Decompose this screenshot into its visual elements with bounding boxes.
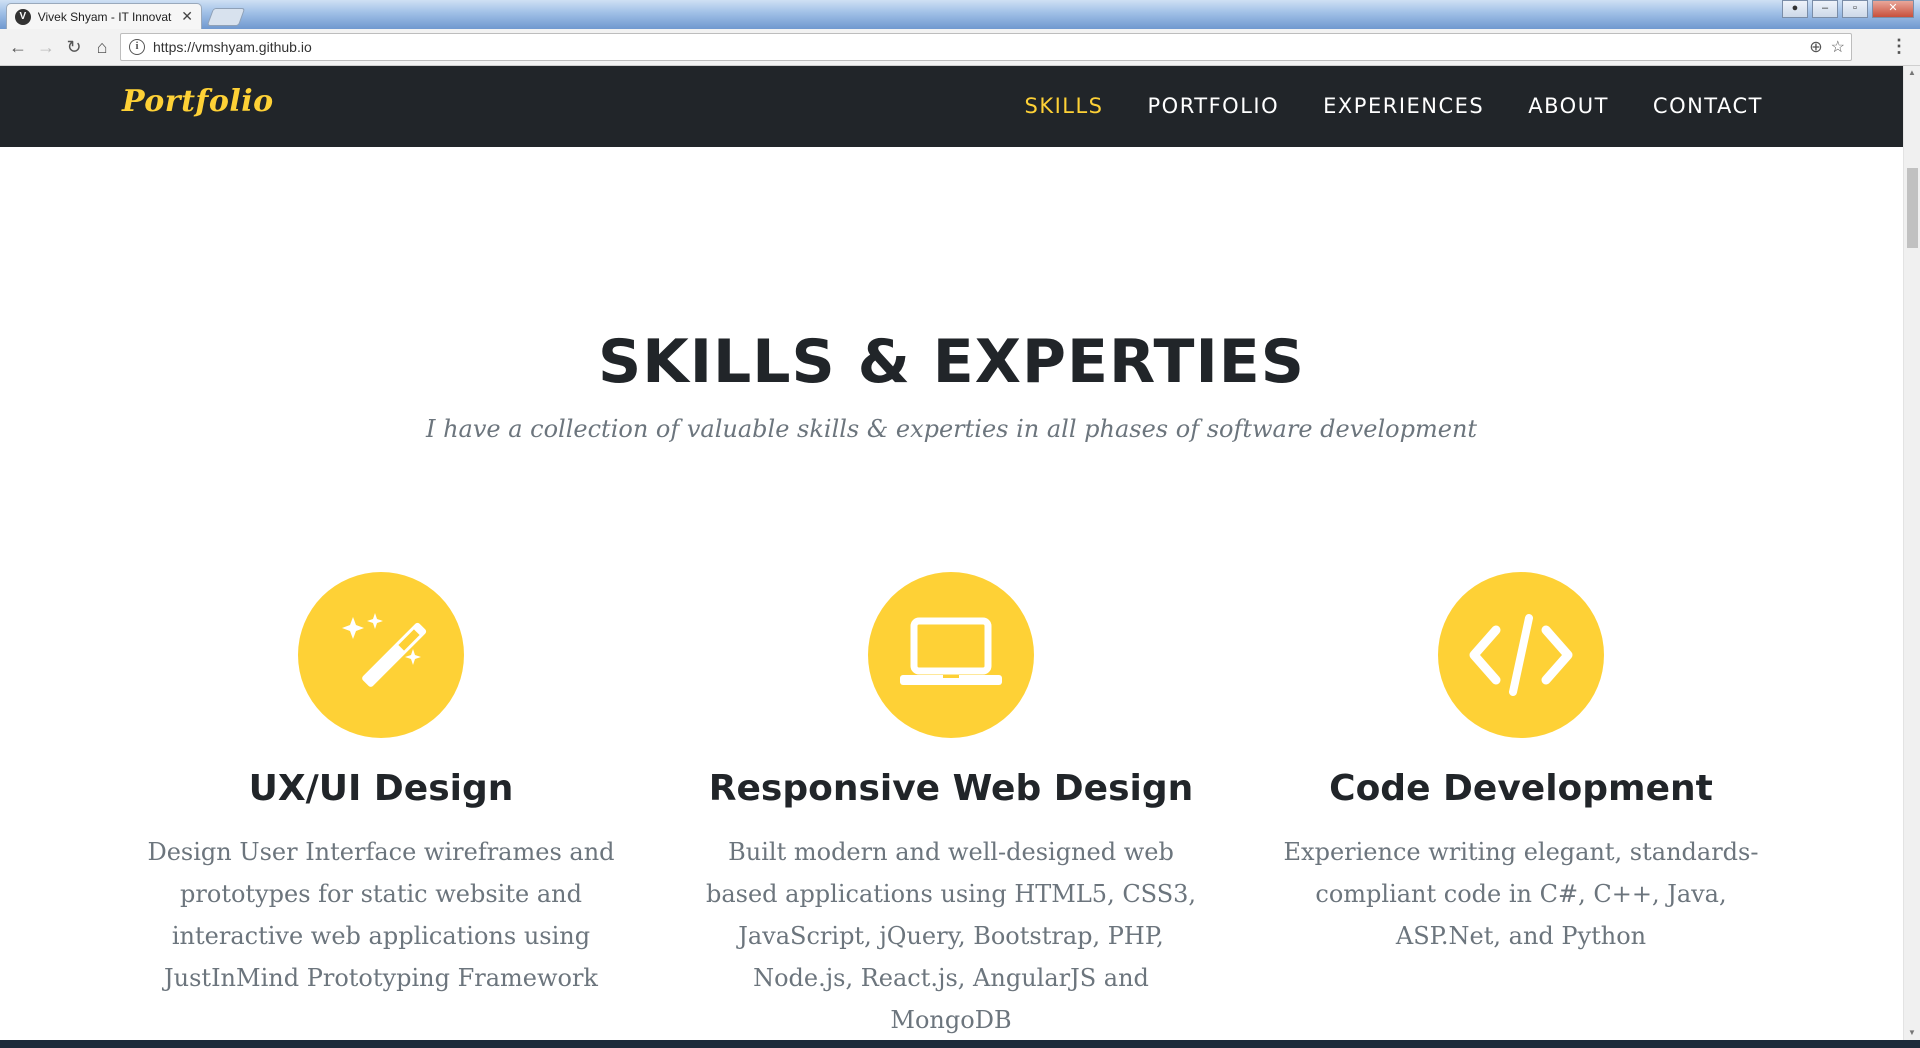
url-text: https://vmshyam.github.io xyxy=(153,39,312,55)
code-icon xyxy=(1469,614,1573,696)
site-info-icon[interactable]: i xyxy=(129,39,145,55)
laptop-icon xyxy=(900,617,1002,685)
skill-card-web: Responsive Web Design Built modern and w… xyxy=(681,572,1221,1041)
section-heading: SKILLS & EXPERTIES xyxy=(598,327,1305,397)
os-taskbar xyxy=(0,1040,1920,1048)
forward-arrow-icon[interactable]: → xyxy=(34,35,58,59)
skill-description: Built modern and well-designed web based… xyxy=(705,838,1197,1034)
site-navbar: Portfolio SKILLS PORTFOLIO EXPERIENCES A… xyxy=(0,66,1903,147)
new-tab-button[interactable] xyxy=(206,8,246,26)
nav-link-experiences[interactable]: EXPERIENCES xyxy=(1323,94,1484,118)
skill-title: Code Development xyxy=(1329,768,1713,809)
address-bar[interactable]: i https://vmshyam.github.io ⊕ ☆ xyxy=(120,33,1852,61)
magic-wand-icon xyxy=(342,613,427,687)
back-arrow-icon[interactable]: ← xyxy=(6,35,30,59)
skill-card-code: Code Development Experience writing eleg… xyxy=(1251,572,1791,957)
skill-card-ux: UX/UI Design Design User Interface wiref… xyxy=(111,572,651,999)
skill-description: Experience writing elegant, standards-co… xyxy=(1283,838,1759,950)
browser-tab[interactable]: V Vivek Shyam - IT Innovat ✕ xyxy=(6,3,202,29)
profile-icon[interactable]: ● xyxy=(1782,0,1808,18)
maximize-icon[interactable]: ▫ xyxy=(1842,0,1868,18)
brand-logo[interactable]: Portfolio xyxy=(122,84,274,119)
skill-icon-circle xyxy=(1438,572,1604,738)
zoom-icon[interactable]: ⊕ xyxy=(1809,37,1822,57)
bookmark-star-icon[interactable]: ☆ xyxy=(1831,37,1845,57)
tab-close-icon[interactable]: ✕ xyxy=(181,8,193,25)
nav-link-about[interactable]: ABOUT xyxy=(1528,94,1609,118)
page-scrollbar[interactable]: ▲ ▼ xyxy=(1903,66,1920,1040)
skill-icon-circle xyxy=(298,572,464,738)
skill-icon-circle xyxy=(868,572,1034,738)
nav-links: SKILLS PORTFOLIO EXPERIENCES ABOUT CONTA… xyxy=(1024,94,1763,118)
nav-link-portfolio[interactable]: PORTFOLIO xyxy=(1148,94,1280,118)
minimize-icon[interactable]: – xyxy=(1812,0,1838,18)
nav-link-skills[interactable]: SKILLS xyxy=(1024,94,1103,118)
reload-icon[interactable]: ↻ xyxy=(62,35,86,59)
section-subheading: I have a collection of valuable skills &… xyxy=(425,415,1478,443)
nav-link-contact[interactable]: CONTACT xyxy=(1653,94,1763,118)
browser-tab-strip: V Vivek Shyam - IT Innovat ✕ ● – ▫ ✕ xyxy=(0,0,1920,29)
scrollbar-thumb[interactable] xyxy=(1907,168,1918,248)
skill-title: UX/UI Design xyxy=(248,768,514,809)
browser-menu-icon[interactable]: ⋮ xyxy=(1890,36,1908,57)
window-close-icon[interactable]: ✕ xyxy=(1872,0,1914,18)
favicon-icon: V xyxy=(15,8,31,25)
browser-toolbar: ← → ↻ ⌂ i https://vmshyam.github.io ⊕ ☆ … xyxy=(0,29,1920,66)
home-icon[interactable]: ⌂ xyxy=(90,35,114,59)
skills-section: SKILLS & EXPERTIES I have a collection o… xyxy=(0,147,1903,1040)
scroll-up-arrow-icon[interactable]: ▲ xyxy=(1908,68,1916,77)
scroll-down-arrow-icon[interactable]: ▼ xyxy=(1908,1028,1916,1037)
skill-description: Design User Interface wireframes and pro… xyxy=(147,838,615,992)
tab-title: Vivek Shyam - IT Innovat xyxy=(37,9,172,24)
skill-title: Responsive Web Design xyxy=(708,768,1194,809)
